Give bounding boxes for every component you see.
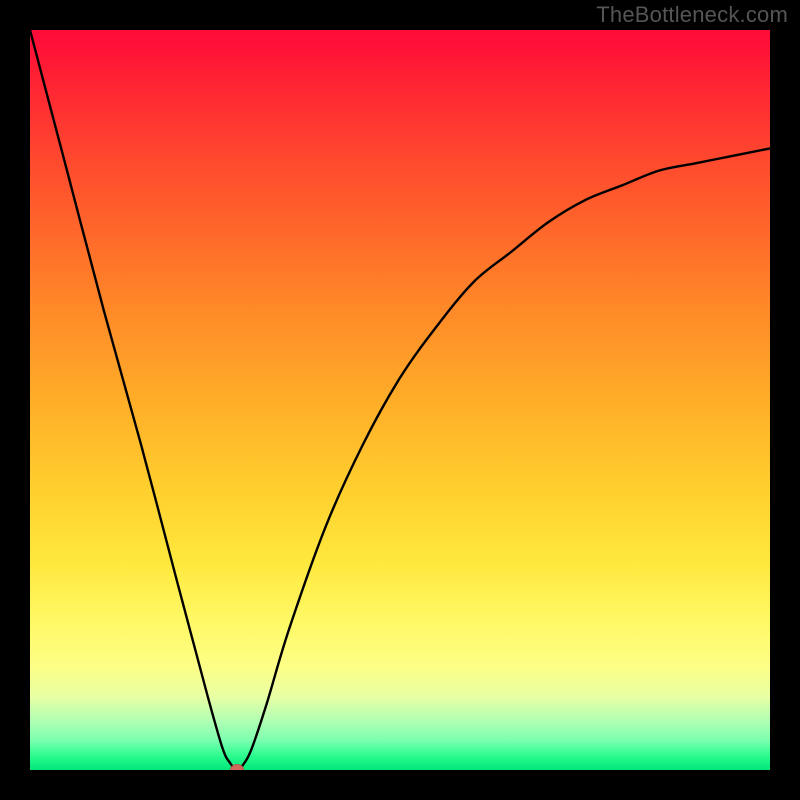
plot-area [30, 30, 770, 770]
watermark-text: TheBottleneck.com [596, 2, 788, 28]
chart-frame: TheBottleneck.com [0, 0, 800, 800]
bottleneck-curve [30, 30, 770, 770]
minimum-marker [230, 764, 244, 770]
